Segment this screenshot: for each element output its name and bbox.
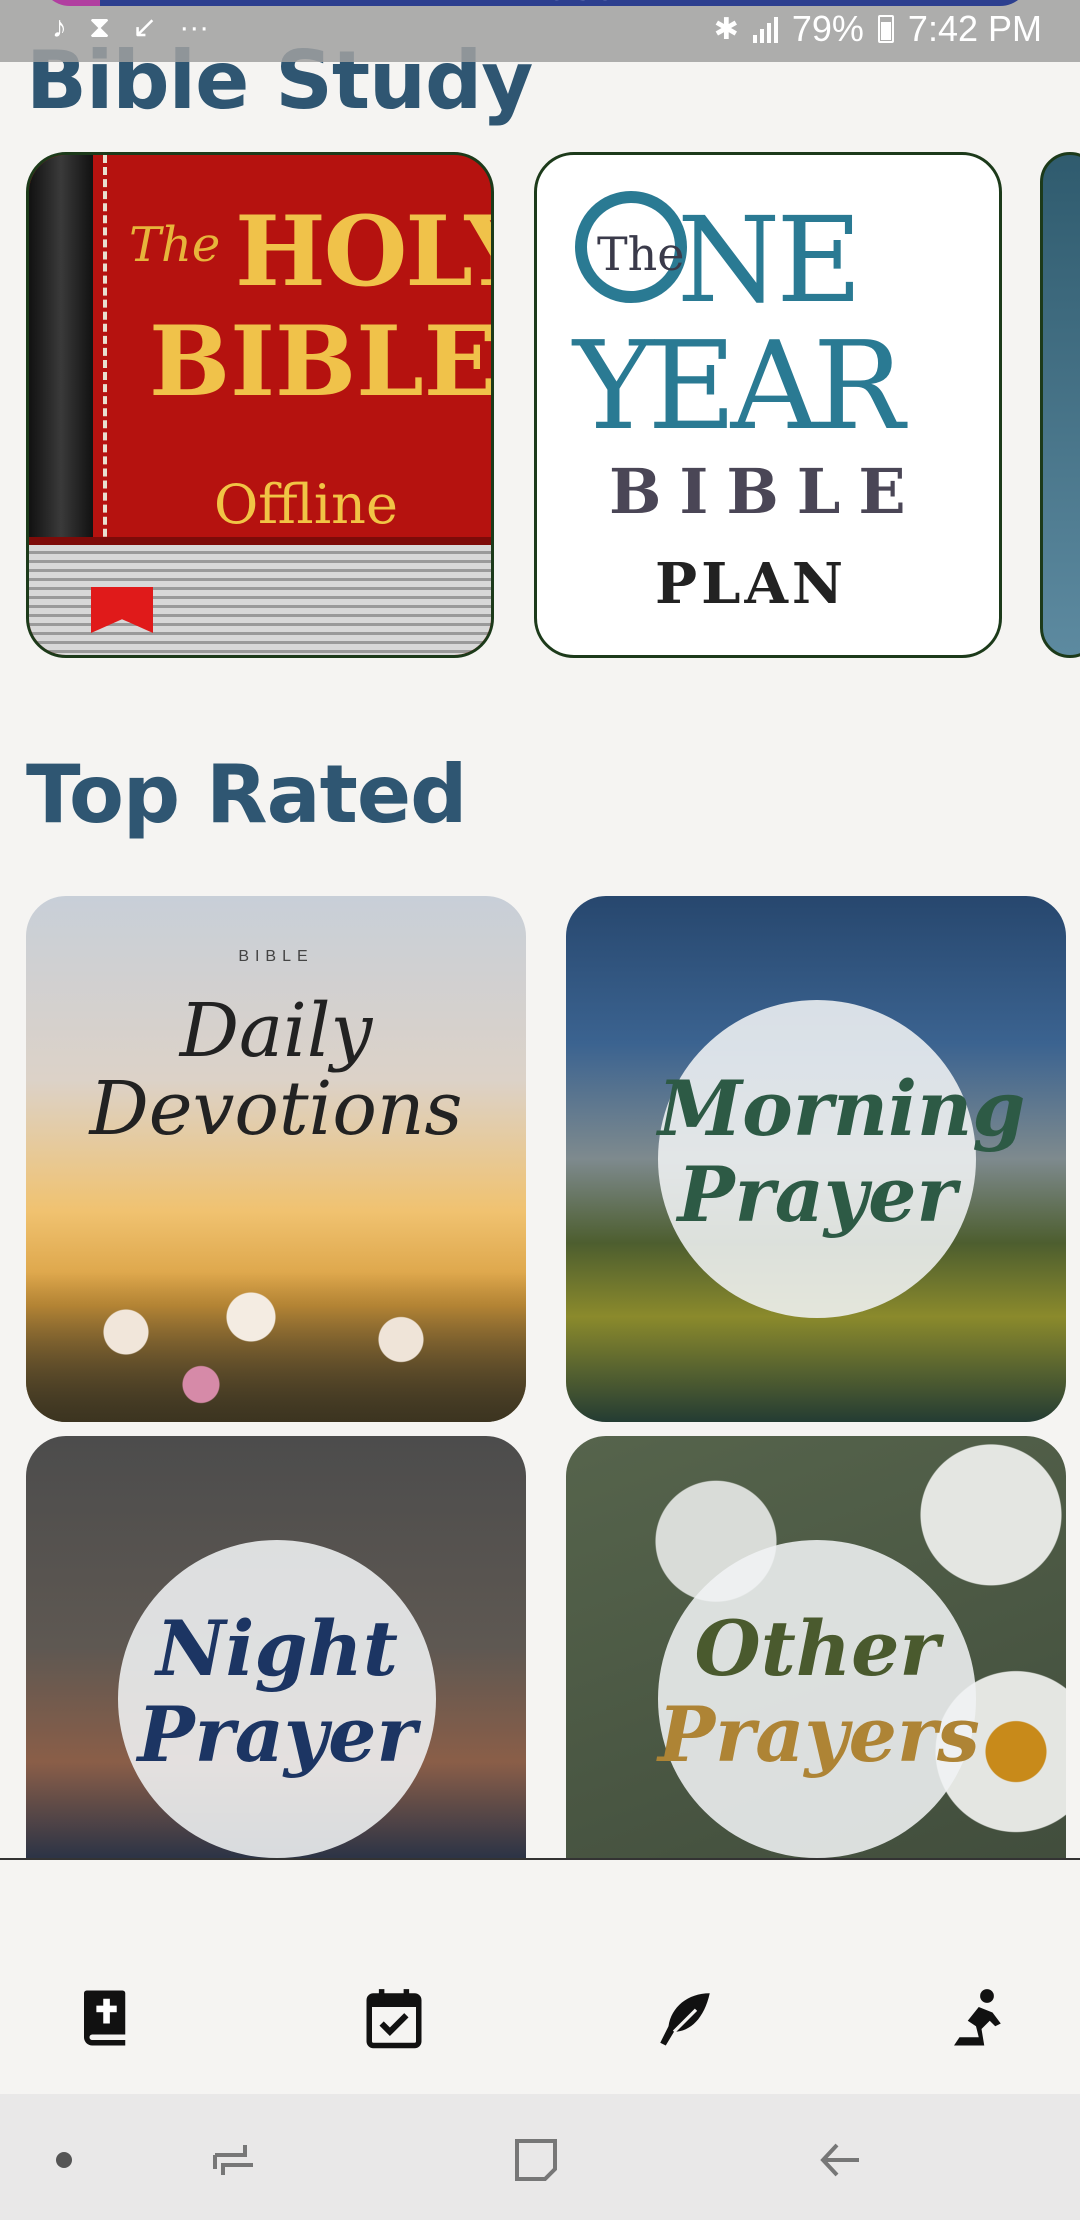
one-year-plan: PLAN bbox=[655, 551, 848, 617]
next-study-card[interactable] bbox=[1040, 152, 1080, 658]
system-status: ✱ 79% 7:42 PM bbox=[714, 8, 1042, 50]
dot-icon bbox=[56, 2152, 72, 2168]
missed-call-icon: ↙ bbox=[132, 11, 158, 44]
daily-devotions-line2: Devotions bbox=[89, 1066, 463, 1152]
tab-prayer[interactable] bbox=[936, 1978, 1016, 2058]
tab-plans[interactable] bbox=[354, 1978, 434, 2058]
night-prayer-line1: Night bbox=[156, 1604, 398, 1693]
recents-icon bbox=[213, 2145, 253, 2175]
battery-icon bbox=[877, 15, 894, 43]
calendar-check-icon bbox=[366, 1989, 422, 2049]
other-prayers-line1: Other bbox=[694, 1604, 940, 1693]
tab-journal[interactable] bbox=[645, 1978, 725, 2058]
home-icon bbox=[515, 2139, 557, 2181]
morning-prayer-line1: Morning bbox=[658, 1064, 1026, 1153]
version-banner-text: Version bbox=[530, 0, 630, 8]
notification-icons: ♪ ⧗ ↙ ··· bbox=[52, 10, 209, 45]
praying-person-icon bbox=[954, 1989, 1001, 2046]
morning-prayer-card[interactable]: Morning Prayer bbox=[566, 896, 1066, 1422]
one-year-year: YEAR bbox=[573, 315, 905, 457]
more-icon: ··· bbox=[179, 10, 210, 44]
version-banner: Version bbox=[40, 0, 1030, 8]
back-arrow-icon bbox=[820, 2143, 859, 2177]
bible-icon bbox=[84, 1990, 126, 2046]
holy-bible-card[interactable]: The HOLY BIBLE Offline bbox=[26, 152, 494, 658]
feather-icon bbox=[660, 1993, 710, 2046]
other-prayers-badge: Other Prayers bbox=[658, 1540, 980, 1858]
top-rated-title: Top Rated bbox=[26, 748, 467, 841]
nav-recents-button[interactable] bbox=[204, 2130, 264, 2190]
battery-percent: 79% bbox=[791, 8, 864, 49]
bottom-tab-bar bbox=[0, 1858, 1080, 2096]
one-year-bible: BIBLE bbox=[609, 455, 924, 528]
holy-bible-bible: BIBLE bbox=[149, 305, 494, 418]
night-prayer-line2: Prayer bbox=[137, 1690, 417, 1779]
holy-bible-offline: Offline bbox=[214, 473, 398, 536]
one-year-one: NE bbox=[677, 191, 862, 329]
holy-bible-the: The bbox=[129, 217, 221, 273]
bluetooth-icon: ✱ bbox=[713, 12, 739, 46]
status-bar: Version ♪ ⧗ ↙ ··· ✱ 79% 7:42 PM bbox=[0, 0, 1080, 62]
clock: 7:42 PM bbox=[907, 8, 1042, 49]
holy-bible-holy: HOLY bbox=[235, 195, 491, 308]
flowers-image bbox=[26, 1272, 526, 1422]
daily-devotions-line1: Daily bbox=[179, 988, 373, 1074]
night-prayer-badge: Night Prayer bbox=[118, 1540, 436, 1858]
other-prayers-line2: Prayers bbox=[658, 1690, 980, 1779]
one-year-bible-card[interactable]: The NE YEAR BIBLE PLAN bbox=[534, 152, 1002, 658]
nav-back-button[interactable] bbox=[810, 2130, 870, 2190]
morning-prayer-badge: Morning Prayer bbox=[658, 1000, 1026, 1318]
one-year-the: The bbox=[597, 227, 685, 281]
daily-devotions-card[interactable]: BIBLE Daily Devotions bbox=[26, 896, 526, 1422]
music-icon: ♪ bbox=[52, 10, 67, 44]
nav-home-button[interactable] bbox=[506, 2130, 566, 2190]
hourglass-icon: ⧗ bbox=[89, 10, 111, 44]
daily-devotions-small-label: BIBLE bbox=[238, 948, 314, 965]
signal-icon bbox=[752, 15, 778, 43]
nav-dot[interactable] bbox=[34, 2130, 94, 2190]
morning-prayer-line2: Prayer bbox=[677, 1150, 957, 1239]
book-stitching bbox=[103, 155, 107, 585]
system-nav-bar bbox=[0, 2094, 1080, 2220]
tab-bible[interactable] bbox=[66, 1978, 146, 2058]
